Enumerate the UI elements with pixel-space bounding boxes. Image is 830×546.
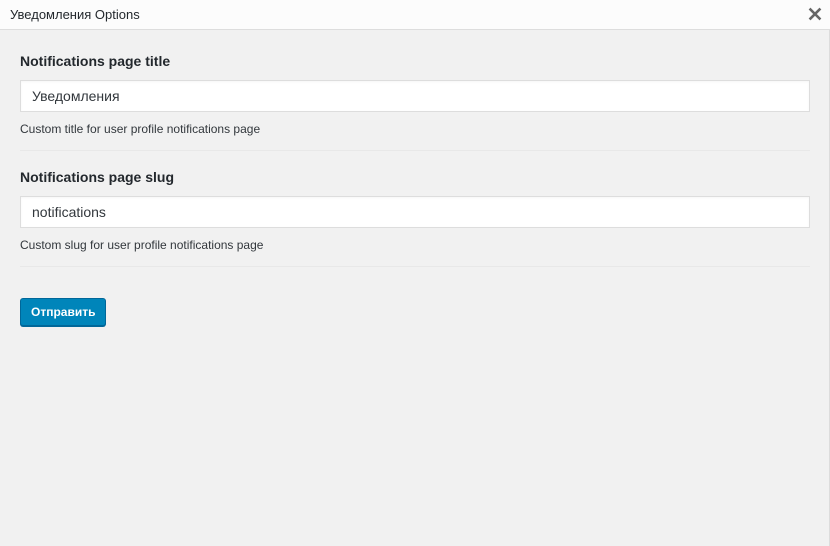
page-title-input[interactable] <box>20 80 810 112</box>
page-title-help: Custom title for user profile notificati… <box>20 122 261 136</box>
submit-button[interactable]: Отправить <box>20 298 107 326</box>
page-slug-help: Custom slug for user profile notificatio… <box>20 238 264 252</box>
close-icon[interactable] <box>806 5 824 23</box>
options-dialog: Уведомления Options Notifications page t… <box>0 0 830 546</box>
page-title-label: Notifications page title <box>20 53 171 69</box>
field-divider <box>20 150 810 151</box>
page-slug-label: Notifications page slug <box>20 169 175 185</box>
page-slug-input[interactable] <box>20 196 810 228</box>
field-divider <box>20 266 810 267</box>
dialog-title: Уведомления Options <box>10 7 140 22</box>
dialog-titlebar: Уведомления Options <box>0 0 830 30</box>
